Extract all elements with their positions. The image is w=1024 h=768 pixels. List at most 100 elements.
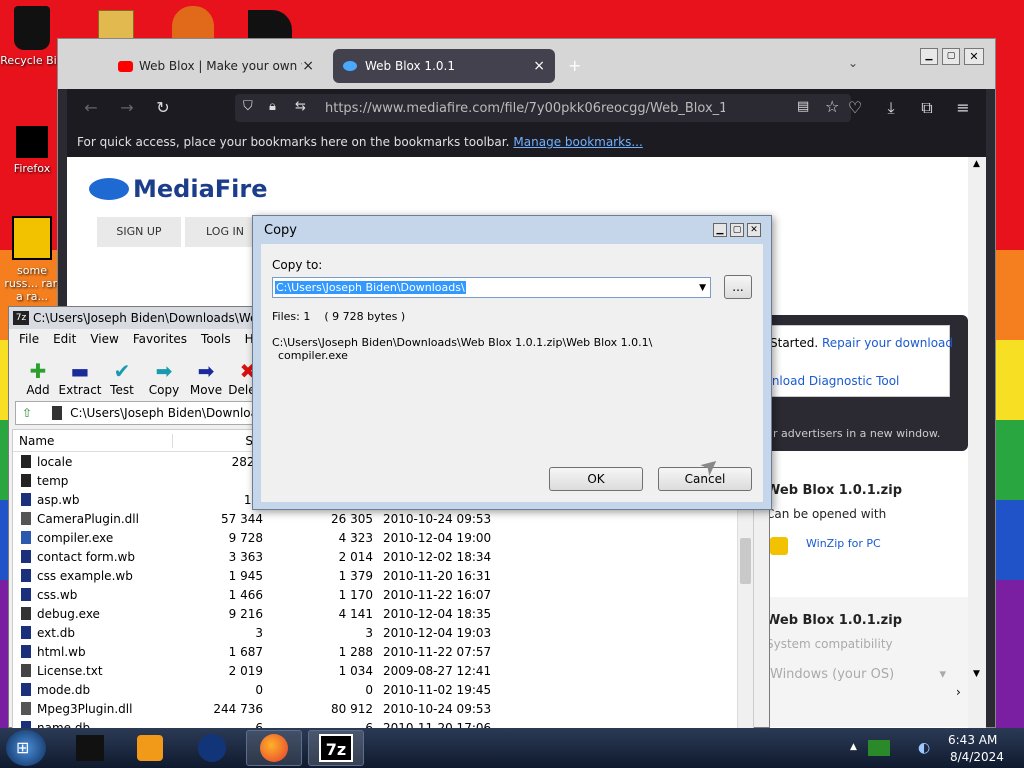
forward-icon[interactable]: → <box>117 98 137 117</box>
file-packed-size: 80 912 <box>331 701 373 716</box>
file-row[interactable]: mode.db 0 0 2010-11-02 19:45 <box>13 680 753 699</box>
winzip-link[interactable]: WinZip for PC <box>806 537 881 550</box>
volume-icon[interactable]: ◐ <box>918 740 930 756</box>
browse-button[interactable]: ... <box>724 275 752 299</box>
new-tab-icon[interactable]: + <box>568 56 581 75</box>
file-size: 1 466 <box>228 587 263 602</box>
taskbar-firefox[interactable] <box>246 730 302 766</box>
url-bar[interactable]: ⛉ 🔒︎ ⇆ https://www.mediafire.com/file/7y… <box>235 94 851 122</box>
file-modified: 2010-12-04 19:03 <box>383 625 492 640</box>
taskbar-app-3[interactable] <box>184 730 240 766</box>
toolbar-add-button[interactable]: ✚ Add <box>17 359 59 397</box>
file-icon <box>21 626 31 639</box>
toolbar-label: Copy <box>148 383 180 397</box>
desktop-app-icon-2 <box>248 10 292 40</box>
toolbar-move-button[interactable]: ➡ Move <box>185 359 227 397</box>
menu-icon[interactable]: ≡ <box>953 98 973 117</box>
desktop-icon-firefox[interactable]: Firefox <box>0 126 64 175</box>
file-name: License.txt <box>37 663 103 678</box>
menu-edit[interactable]: Edit <box>53 332 76 346</box>
minimize-button[interactable]: ▁ <box>920 48 938 65</box>
reload-icon[interactable]: ↻ <box>153 98 173 117</box>
file-row[interactable]: ext.db 3 3 2010-12-04 19:03 <box>13 623 753 642</box>
menu-tools[interactable]: Tools <box>201 332 231 346</box>
tab-close-icon[interactable]: × <box>302 58 314 74</box>
os-select[interactable]: Windows (your OS) ▾ <box>766 661 950 689</box>
copy-dialog-titlebar[interactable]: Copy ▁ ▢ ✕ <box>253 216 771 244</box>
back-icon[interactable]: ← <box>81 98 101 117</box>
file-row[interactable]: CameraPlugin.dll 57 344 26 305 2010-10-24 0… <box>13 509 753 528</box>
scroll-down-icon[interactable]: ▼ <box>973 669 980 679</box>
taskbar-media-player[interactable] <box>122 730 178 766</box>
file-title: Web Blox 1.0.1.zip <box>766 483 903 498</box>
maximize-button[interactable]: ▢ <box>942 48 960 65</box>
toolbar-copy-button[interactable]: ➡ Copy <box>143 359 185 397</box>
file-modified: 2010-11-22 07:57 <box>383 644 492 659</box>
file-row[interactable]: css.wb 1 466 1 170 2010-11-22 16:07 <box>13 585 753 604</box>
bookmark-star-icon[interactable]: ☆ <box>825 97 839 116</box>
file-icon <box>21 588 31 601</box>
toolbar-extract-button[interactable]: ▬ Extract <box>59 359 102 397</box>
taskbar-7zip[interactable]: 7z <box>308 730 364 766</box>
desktop-icon-recycle-bin[interactable]: Recycle Bin <box>0 6 64 67</box>
chevron-down-icon[interactable]: ▼ <box>699 283 706 293</box>
firefox-icon <box>16 126 48 158</box>
tray-expand-icon[interactable]: ▲ <box>850 742 857 752</box>
shield-icon: ⛉ <box>243 99 253 114</box>
taskbar: ⊞ 7z ▲ ◐ 6:43 AM 8/4/2024 <box>0 728 1024 768</box>
desktop-icon-shortcut[interactable]: some russ... ran a ra... <box>0 216 64 303</box>
dialog-close-button[interactable]: ✕ <box>747 223 761 237</box>
file-icon <box>12 216 52 260</box>
file-packed-size: 1 379 <box>338 568 373 583</box>
column-size[interactable]: S <box>173 434 253 448</box>
toolbar-test-button[interactable]: ✔ Test <box>101 359 143 397</box>
dialog-maximize-button[interactable]: ▢ <box>730 223 744 237</box>
mediafire-logo[interactable]: MediaFire <box>89 175 268 203</box>
scroll-up-icon[interactable]: ▲ <box>973 159 980 169</box>
file-name: html.wb <box>37 644 86 659</box>
file-row[interactable]: debug.exe 9 216 4 141 2010-12-04 18:35 <box>13 604 753 623</box>
extensions-icon[interactable]: ⧉ <box>917 98 937 118</box>
pocket-icon[interactable]: ♡ <box>845 98 865 117</box>
manage-bookmarks-link[interactable]: Manage bookmarks... <box>513 135 642 149</box>
dialog-minimize-button[interactable]: ▁ <box>713 223 727 237</box>
list-scroll-thumb[interactable] <box>740 538 751 584</box>
file-packed-size: 1 288 <box>338 644 373 659</box>
file-row[interactable]: html.wb 1 687 1 288 2010-11-22 07:57 <box>13 642 753 661</box>
file-row[interactable]: css example.wb 1 945 1 379 2010-11-20 16:31 <box>13 566 753 585</box>
file-row[interactable]: License.txt 2 019 1 034 2009-08-27 12:41 <box>13 661 753 680</box>
file-size: 1 945 <box>228 568 263 583</box>
copy-to-combobox[interactable]: C:\Users\Joseph Biden\Downloads\ ▼ <box>272 277 711 298</box>
column-name[interactable]: Name <box>13 433 173 448</box>
menu-favorites[interactable]: Favorites <box>133 332 187 346</box>
start-button[interactable]: ⊞ <box>6 730 46 766</box>
path-text: C:\Users\Joseph Biden\Downloads\ <box>70 406 276 420</box>
folder-icon <box>21 474 31 487</box>
menu-view[interactable]: View <box>90 332 118 346</box>
page-scrollbar[interactable]: ▲ ▼ › <box>956 157 986 729</box>
network-icon[interactable] <box>868 740 890 756</box>
signup-button[interactable]: SIGN UP <box>97 217 181 247</box>
tab-list-icon[interactable]: ⌄ <box>848 56 858 70</box>
scroll-right-icon[interactable]: › <box>956 685 961 699</box>
download-icon[interactable]: ⤓ <box>881 98 901 118</box>
add-icon: ✚ <box>29 359 47 383</box>
tab-webblox-mediafire[interactable]: Web Blox 1.0.1 × <box>333 49 555 83</box>
diagnostic-tool-link[interactable]: wnload Diagnostic Tool <box>762 374 899 388</box>
menu-file[interactable]: File <box>19 332 39 346</box>
copy-to-input[interactable]: C:\Users\Joseph Biden\Downloads\ <box>275 281 466 294</box>
up-folder-icon[interactable]: ⇧ <box>22 406 32 420</box>
taskbar-app-1[interactable] <box>62 730 118 766</box>
tab-close-icon[interactable]: × <box>533 58 545 74</box>
close-button[interactable]: ✕ <box>964 48 984 65</box>
file-row[interactable]: compiler.exe 9 728 4 323 2010-12-04 19:00 <box>13 528 753 547</box>
repair-download-link[interactable]: Repair your download <box>822 336 953 350</box>
file-modified: 2010-12-04 18:35 <box>383 606 492 621</box>
file-row[interactable]: Mpeg3Plugin.dll 244 736 80 912 2010-10-24 0… <box>13 699 753 718</box>
reader-view-icon[interactable]: ▤ <box>797 99 809 114</box>
tab-webblox-youtube[interactable]: Web Blox | Make your own web × <box>108 49 324 83</box>
ok-button[interactable]: OK <box>549 467 643 491</box>
file-row[interactable]: contact form.wb 3 363 2 014 2010-12-02 18:3… <box>13 547 753 566</box>
file-size: 244 736 <box>213 701 263 716</box>
chevron-down-icon: ▾ <box>939 667 946 682</box>
